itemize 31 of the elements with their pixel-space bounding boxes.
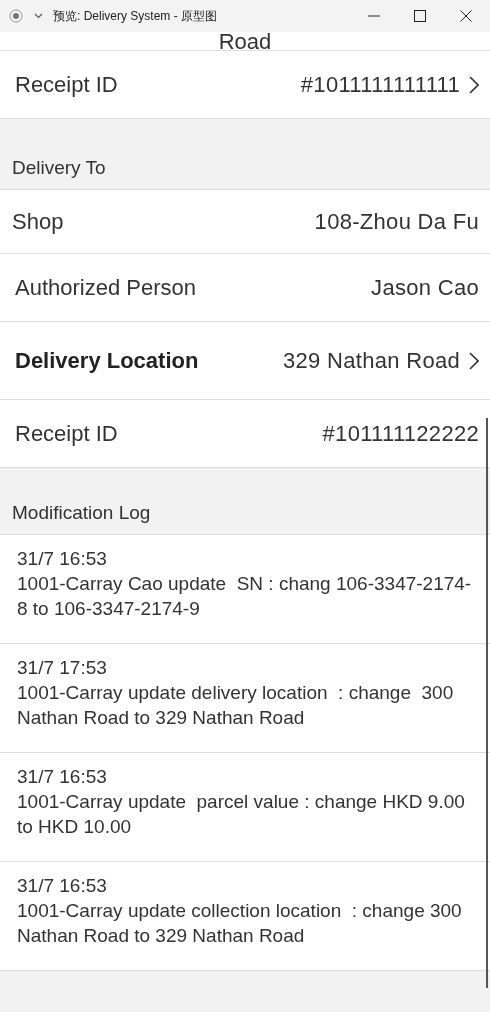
log-text: 1001-Carray update collection location : change 300 Nathan Road to 329 Nathan Road — [17, 899, 463, 948]
field-value: #101111122222 — [322, 420, 479, 447]
field-label: Authorized Person — [15, 274, 197, 301]
log-time: 31/7 16:53 — [17, 874, 108, 898]
field-value: 108-Zhou Da Fu — [314, 208, 479, 235]
detail-row[interactable]: Delivery Location 329 Nathan Road — [0, 322, 490, 400]
log-time: 31/7 16:53 — [17, 547, 108, 571]
chevron-right-icon — [469, 75, 479, 94]
field-value: 329 Nathan Road — [283, 347, 460, 374]
chevron-right-icon — [469, 351, 479, 370]
scrollbar[interactable] — [486, 418, 488, 988]
field-value: Road — [218, 32, 272, 50]
field-value: Jason Cao — [371, 274, 479, 301]
chevron-down-icon[interactable] — [34, 13, 43, 19]
field-label: Receipt ID — [15, 71, 119, 98]
section-title: Modification Log — [12, 502, 151, 524]
log-time: 31/7 16:53 — [17, 765, 108, 789]
log-text: 1001-Carray update parcel value : change HKD 9.00 to HKD 10.00 — [17, 790, 466, 839]
field-label: Receipt ID — [15, 420, 119, 447]
maximize-icon[interactable] — [414, 10, 426, 22]
close-icon[interactable] — [460, 10, 472, 22]
log-text: 1001-Carray update delivery location : change 300 Nathan Road to 329 Nathan Road — [17, 681, 455, 730]
log-text: 1001-Carray Cao update SN : chang 106-3347-2174-8 to 106-3347-2174-9 — [17, 572, 472, 621]
radio-icon — [9, 9, 23, 23]
detail-row[interactable]: Receipt ID #1011111111111 — [0, 51, 490, 119]
field-label: Delivery Location — [15, 347, 200, 374]
section-title: Delivery To — [12, 157, 106, 179]
field-value: #1011111111111 — [300, 71, 460, 98]
field-label: Shop — [12, 208, 65, 235]
window-title: 预览: Delivery System - 原型图 — [53, 7, 217, 25]
log-time: 31/7 17:53 — [17, 656, 108, 680]
